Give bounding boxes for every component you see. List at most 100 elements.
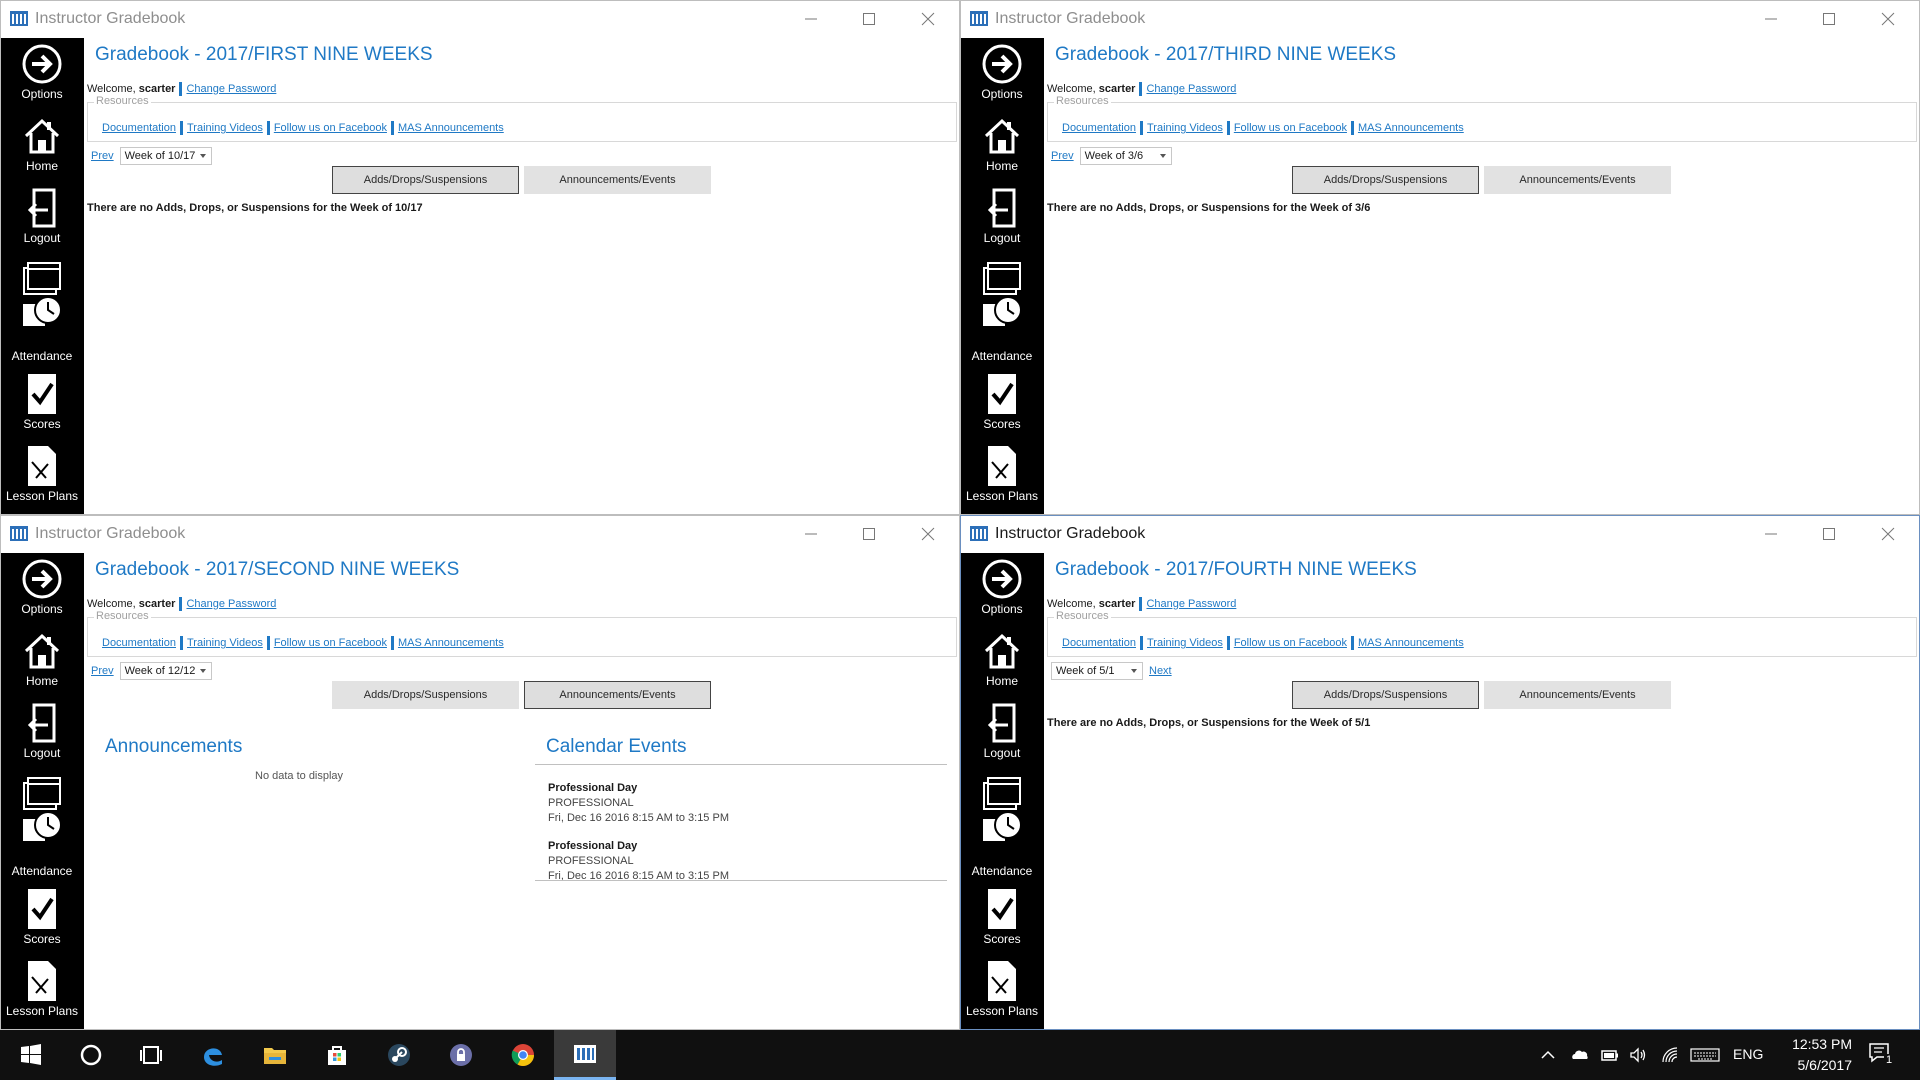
nav-logout[interactable]: Logout (0, 186, 84, 245)
nav-lesson-plans[interactable]: Lesson Plans (0, 959, 84, 1018)
steam-button[interactable] (368, 1030, 430, 1080)
close-button[interactable] (1859, 515, 1917, 553)
maximize-button[interactable] (840, 515, 898, 553)
change-password-link[interactable]: Change Password (186, 83, 276, 95)
onedrive-icon[interactable] (1570, 1045, 1590, 1065)
file-explorer-button[interactable] (244, 1030, 306, 1080)
nav-scores[interactable]: Scores (0, 887, 84, 946)
nav-logout[interactable]: Logout (0, 701, 84, 760)
minimize-button[interactable] (782, 0, 840, 38)
close-icon (921, 12, 935, 26)
maximize-icon (1823, 13, 1835, 25)
close-button[interactable] (899, 0, 957, 38)
training-videos-link[interactable]: Training Videos (187, 637, 263, 649)
documentation-link[interactable]: Documentation (1062, 637, 1136, 649)
notification-count: 1 (1884, 1054, 1895, 1066)
cortana-search-button[interactable] (60, 1030, 122, 1080)
mas-announcements-link[interactable]: MAS Announcements (1358, 637, 1464, 649)
nav-options[interactable]: Options (960, 557, 1044, 616)
documentation-link[interactable]: Documentation (102, 637, 176, 649)
close-button[interactable] (1859, 0, 1917, 38)
keyboard-icon[interactable] (1690, 1045, 1720, 1065)
gradebook-taskbar-button[interactable] (554, 1030, 616, 1080)
maximize-button[interactable] (1800, 515, 1858, 553)
wifi-icon[interactable] (1660, 1045, 1680, 1065)
task-view-button[interactable] (120, 1030, 182, 1080)
training-videos-link[interactable]: Training Videos (1147, 122, 1223, 134)
facebook-link[interactable]: Follow us on Facebook (1234, 122, 1347, 134)
tab-adds-drops-suspensions[interactable]: Adds/Drops/Suspensions (332, 681, 519, 709)
facebook-link[interactable]: Follow us on Facebook (1234, 637, 1347, 649)
nav-logout[interactable]: Logout (960, 186, 1044, 245)
change-password-link[interactable]: Change Password (1146, 83, 1236, 95)
nav-options[interactable]: Options (0, 557, 84, 616)
nav-scores[interactable]: Scores (960, 372, 1044, 431)
nav-attendance[interactable]: Attendance (0, 775, 84, 878)
change-password-link[interactable]: Change Password (1146, 598, 1236, 610)
title-bar[interactable]: Instructor Gradebook (0, 0, 960, 38)
week-select[interactable]: Week of 5/1 (1051, 662, 1143, 680)
minimize-button[interactable] (1742, 515, 1800, 553)
title-bar[interactable]: Instructor Gradebook (960, 0, 1920, 38)
week-select[interactable]: Week of 12/12 (119, 662, 212, 680)
nav-scores[interactable]: Scores (0, 372, 84, 431)
change-password-link[interactable]: Change Password (186, 598, 276, 610)
nav-label: Logout (983, 746, 1021, 760)
mas-announcements-link[interactable]: MAS Announcements (398, 122, 504, 134)
tab-announcements-events[interactable]: Announcements/Events (524, 166, 711, 194)
mas-announcements-link[interactable]: MAS Announcements (1358, 122, 1464, 134)
nav-logout[interactable]: Logout (960, 701, 1044, 760)
nav-home[interactable]: Home (0, 114, 84, 173)
volume-icon[interactable] (1628, 1045, 1648, 1065)
nav-lesson-plans[interactable]: Lesson Plans (960, 444, 1044, 503)
facebook-link[interactable]: Follow us on Facebook (274, 637, 387, 649)
documentation-link[interactable]: Documentation (1062, 122, 1136, 134)
nav-options[interactable]: Options (0, 42, 84, 101)
nav-lesson-plans[interactable]: Lesson Plans (0, 444, 84, 503)
minimize-button[interactable] (782, 515, 840, 553)
facebook-link[interactable]: Follow us on Facebook (274, 122, 387, 134)
tab-announcements-events[interactable]: Announcements/Events (1484, 681, 1671, 709)
nav-label: Lesson Plans (965, 1004, 1039, 1018)
next-link[interactable]: Next (1149, 665, 1172, 677)
training-videos-link[interactable]: Training Videos (187, 122, 263, 134)
chrome-button[interactable] (492, 1030, 554, 1080)
tab-adds-drops-suspensions[interactable]: Adds/Drops/Suspensions (1292, 681, 1479, 709)
action-center-button[interactable]: 1 (1868, 1042, 1896, 1068)
vpn-button[interactable] (430, 1030, 492, 1080)
nav-home[interactable]: Home (960, 629, 1044, 688)
title-bar[interactable]: Instructor Gradebook (0, 515, 960, 553)
edge-button[interactable] (182, 1030, 244, 1080)
close-button[interactable] (899, 515, 957, 553)
nav-home[interactable]: Home (960, 114, 1044, 173)
nav-lesson-plans[interactable]: Lesson Plans (960, 959, 1044, 1018)
nav-options[interactable]: Options (960, 42, 1044, 101)
training-videos-link[interactable]: Training Videos (1147, 637, 1223, 649)
prev-link[interactable]: Prev (1051, 150, 1074, 162)
documentation-link[interactable]: Documentation (102, 122, 176, 134)
tab-adds-drops-suspensions[interactable]: Adds/Drops/Suspensions (332, 166, 519, 194)
mas-announcements-link[interactable]: MAS Announcements (398, 637, 504, 649)
tab-adds-drops-suspensions[interactable]: Adds/Drops/Suspensions (1292, 166, 1479, 194)
start-button[interactable] (0, 1030, 62, 1080)
tab-announcements-events[interactable]: Announcements/Events (524, 681, 711, 709)
minimize-button[interactable] (1742, 0, 1800, 38)
language-indicator[interactable]: ENG (1733, 1046, 1763, 1062)
prev-link[interactable]: Prev (91, 665, 114, 677)
store-button[interactable] (306, 1030, 368, 1080)
nav-attendance[interactable]: Attendance (0, 260, 84, 363)
nav-attendance[interactable]: Attendance (960, 775, 1044, 878)
title-bar[interactable]: Instructor Gradebook (960, 515, 1920, 553)
maximize-button[interactable] (840, 0, 898, 38)
week-select[interactable]: Week of 10/17 (119, 147, 212, 165)
prev-link[interactable]: Prev (91, 150, 114, 162)
battery-icon[interactable] (1600, 1045, 1620, 1065)
nav-home[interactable]: Home (0, 629, 84, 688)
nav-scores[interactable]: Scores (960, 887, 1044, 946)
nav-attendance[interactable]: Attendance (960, 260, 1044, 363)
tab-announcements-events[interactable]: Announcements/Events (1484, 166, 1671, 194)
chevron-up-icon[interactable] (1538, 1045, 1558, 1065)
maximize-button[interactable] (1800, 0, 1858, 38)
clock[interactable]: 12:53 PM 5/6/2017 (1760, 1034, 1852, 1076)
week-select[interactable]: Week of 3/6 (1079, 147, 1172, 165)
